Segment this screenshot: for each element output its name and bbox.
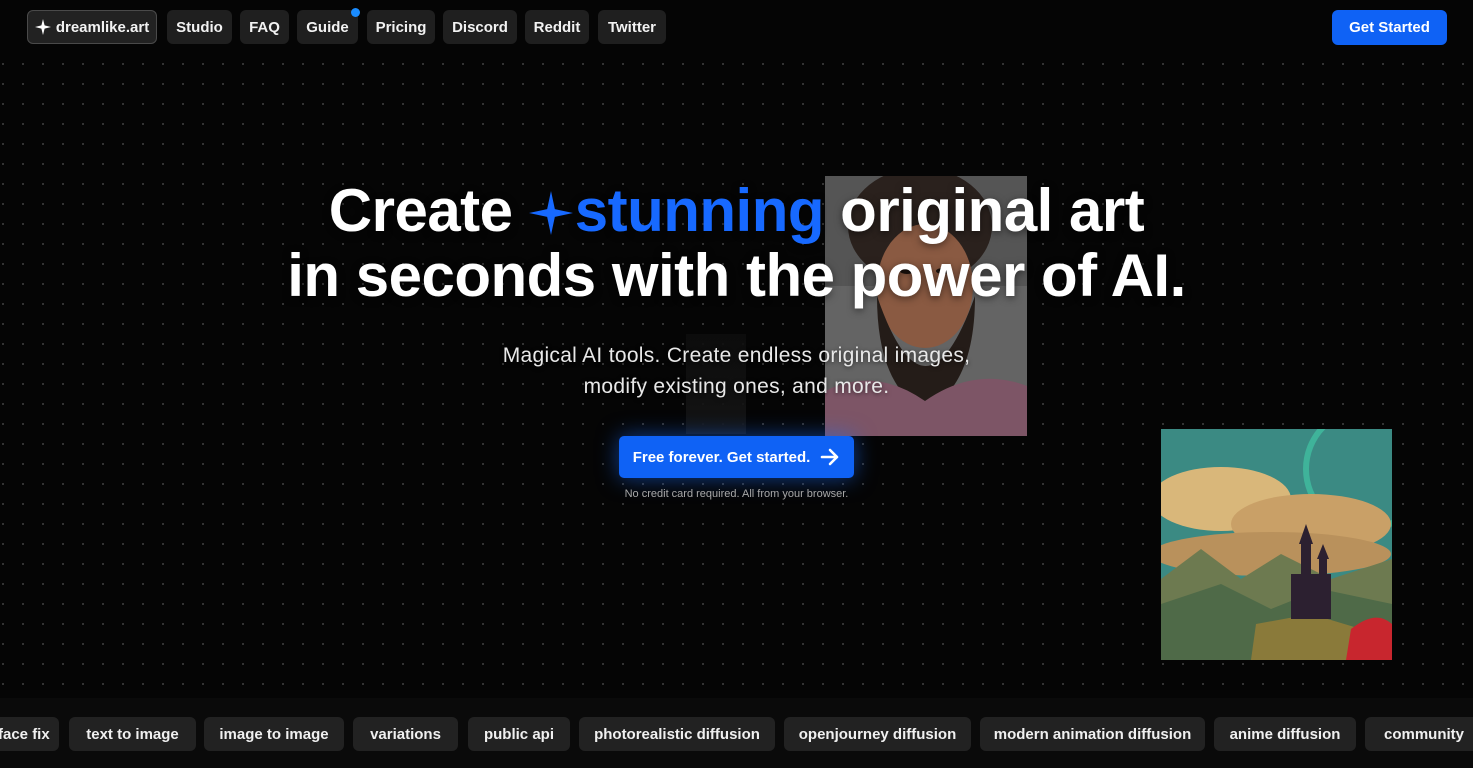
hero-cta-label: Free forever. Get started.: [632, 448, 811, 466]
hero-title-accent: stunning: [574, 177, 825, 244]
nav-item-studio[interactable]: Studio: [167, 10, 232, 44]
get-started-button[interactable]: Get Started: [1332, 10, 1447, 45]
hero-title-line-1: Create stunning original art: [0, 180, 1473, 245]
logo-button[interactable]: dreamlike.art: [27, 10, 157, 44]
free-get-started-button[interactable]: Free forever. Get started.: [619, 436, 854, 478]
nav-item-pricing[interactable]: Pricing: [367, 10, 435, 44]
nav-item-reddit[interactable]: Reddit: [525, 10, 589, 44]
hero-title: Create stunning original art in seconds …: [0, 180, 1473, 306]
feature-tag[interactable]: photorealistic diffusion: [579, 717, 775, 751]
castle-art-image: [1161, 429, 1392, 660]
hero-subtitle-line-1: Magical AI tools. Create endless origina…: [502, 344, 971, 367]
feature-tag[interactable]: variations: [353, 717, 458, 751]
nav-item-guide[interactable]: Guide: [297, 8, 360, 44]
feature-tag[interactable]: openjourney diffusion: [784, 717, 971, 751]
hero-title-rest: original art: [840, 177, 1145, 244]
logo-label: dreamlike.art: [55, 18, 150, 36]
sparkle-icon: [34, 19, 51, 35]
feature-tag[interactable]: modern animation diffusion: [980, 717, 1205, 751]
feature-tag[interactable]: text to image: [69, 717, 196, 751]
arrow-right-icon: [820, 448, 840, 466]
feature-tag[interactable]: community: [1365, 717, 1473, 751]
nav-item-twitter[interactable]: Twitter: [598, 10, 666, 44]
feature-tag[interactable]: image to image: [204, 717, 344, 751]
top-nav: dreamlike.art Studio FAQ Guide Pricing D…: [0, 0, 1473, 56]
feature-tag[interactable]: anime diffusion: [1214, 717, 1356, 751]
nav-item-faq[interactable]: FAQ: [240, 10, 289, 44]
feature-tag[interactable]: face fix: [0, 717, 59, 751]
nav-item-discord[interactable]: Discord: [443, 10, 517, 44]
feature-tag[interactable]: public api: [468, 717, 570, 751]
hero-subtitle-line-2: modify existing ones, and more.: [583, 375, 890, 398]
hero-title-word: Create: [328, 177, 513, 244]
hero-subtitle: Magical AI tools. Create endless origina…: [0, 340, 1473, 402]
hero-title-line-2: in seconds with the power of AI.: [287, 242, 1186, 309]
hero-note: No credit card required. All from your b…: [624, 488, 849, 500]
page: dreamlike.art Studio FAQ Guide Pricing D…: [0, 0, 1473, 768]
nav-item-guide-label: Guide: [306, 18, 349, 36]
sparkle-icon: [528, 184, 573, 245]
notification-dot: [351, 8, 360, 17]
